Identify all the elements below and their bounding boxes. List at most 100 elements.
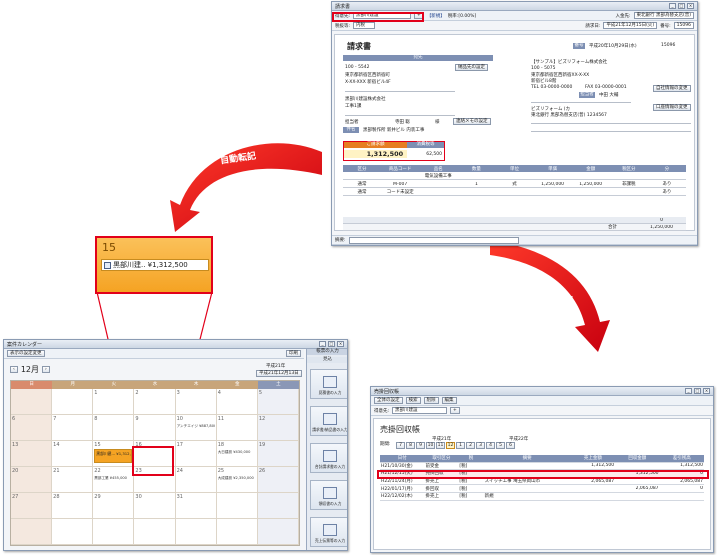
calendar-small-event[interactable]: 大日建設 ¥430,000 bbox=[218, 450, 256, 455]
table-row[interactable]: H22/11/24(月) 掛売上 [税] スイッチ工事 埼玉県岡山市 2,065,087… bbox=[380, 477, 704, 486]
month-button[interactable]: 7 bbox=[396, 442, 405, 449]
calendar-day-cell[interactable]: 27 bbox=[11, 493, 53, 519]
calendar-day-cell[interactable]: 28 bbox=[52, 493, 94, 519]
calendar-day-cell[interactable]: 25 大成建設 ¥2,350,000 bbox=[216, 467, 258, 493]
calendar-day-cell[interactable]: 29 bbox=[93, 493, 135, 519]
collections-client-select[interactable]: 黒部川建設 bbox=[392, 407, 448, 414]
calendar-day-cell[interactable]: 22 黒部工業 ¥455,000 bbox=[93, 467, 135, 493]
view-settings-button[interactable]: 表示の設定変更 bbox=[7, 350, 45, 357]
bank-info-button[interactable]: 口座情報の変更 bbox=[653, 104, 691, 111]
collections-tool-button[interactable]: 編集 bbox=[441, 397, 457, 404]
table-row[interactable]: 通常 M-007 1 式 1,250,000 1,250,000 非課税 あり bbox=[343, 181, 686, 188]
calendar-day-cell[interactable]: 1 bbox=[93, 389, 135, 415]
calendar-day-cell[interactable]: 3 bbox=[175, 389, 217, 415]
calendar-day-cell[interactable]: 13 bbox=[11, 441, 53, 467]
collections-tool-button[interactable]: 削除 bbox=[423, 397, 439, 404]
close-button[interactable]: × bbox=[687, 3, 694, 9]
calendar-day-cell[interactable]: 7 bbox=[52, 415, 94, 441]
client-add-button[interactable]: + bbox=[414, 12, 424, 19]
month-button[interactable]: 8 bbox=[406, 442, 415, 449]
calendar-day-cell[interactable]: 4 bbox=[216, 389, 258, 415]
month-button[interactable]: 10 bbox=[426, 442, 435, 449]
maximize-button[interactable]: □ bbox=[328, 341, 335, 347]
month-button[interactable]: 3 bbox=[476, 442, 485, 449]
calendar-day-cell[interactable]: 20 bbox=[11, 467, 53, 493]
calendar-day-cell[interactable] bbox=[52, 519, 94, 545]
table-row[interactable]: H21/10/30(金) 前受金 [税] 1,312,500 1,312,500 bbox=[380, 462, 704, 471]
calendar-day-cell[interactable]: 21 bbox=[52, 467, 94, 493]
side-button[interactable]: 領収書の入力 bbox=[310, 480, 347, 510]
calendar-day-cell[interactable]: 31 bbox=[175, 493, 217, 519]
side-button[interactable]: 請求書/納品書の入力 bbox=[310, 406, 347, 436]
calendar-day-cell[interactable] bbox=[257, 519, 299, 545]
calendar-day-cell[interactable] bbox=[134, 519, 176, 545]
calendar-day-cell[interactable] bbox=[93, 519, 135, 545]
calendar-small-event[interactable]: アンチエイジ ¥887,800 bbox=[177, 424, 215, 429]
table-row[interactable]: 通常 コード未設定 あり bbox=[343, 189, 686, 196]
month-button[interactable]: 5 bbox=[496, 442, 505, 449]
month-button[interactable]: 6 bbox=[506, 442, 515, 449]
collections-tool-button[interactable]: 全体の設定 bbox=[374, 397, 403, 404]
memo-button[interactable]: 連絡メモの設定 bbox=[453, 118, 491, 125]
side-button[interactable]: 売上伝票等の入力 bbox=[310, 517, 347, 547]
calendar-day-cell[interactable]: 18 大日建設 ¥430,000 bbox=[216, 441, 258, 467]
calendar-day-cell[interactable] bbox=[11, 519, 53, 545]
print-button[interactable]: 印刷 bbox=[286, 350, 301, 357]
calendar-day-cell[interactable] bbox=[52, 389, 94, 415]
calendar-day-cell[interactable]: 16 bbox=[134, 441, 176, 467]
calendar-day-cell[interactable]: 15 黒部川建... ¥1,312,500 bbox=[93, 441, 135, 467]
calendar-day-cell[interactable]: 24 bbox=[175, 467, 217, 493]
side-button[interactable]: 見積書の入力 bbox=[310, 369, 347, 399]
calendar-day-cell[interactable] bbox=[216, 493, 258, 519]
calendar-day-cell[interactable] bbox=[257, 493, 299, 519]
month-button[interactable]: 1 bbox=[456, 442, 465, 449]
maximize-button[interactable]: □ bbox=[678, 3, 685, 9]
calendar-day-cell[interactable]: 17 bbox=[175, 441, 217, 467]
table-row[interactable]: H21/12/15(火) 売掛回収 [税] 1,312,500 0 bbox=[380, 470, 704, 478]
calendar-day-cell[interactable]: 2 bbox=[134, 389, 176, 415]
calendar-day-cell[interactable] bbox=[216, 519, 258, 545]
calendar-day-cell[interactable]: 10 アンチエイジ ¥887,800 bbox=[175, 415, 217, 441]
month-button[interactable]: 11 bbox=[436, 442, 445, 449]
month-button[interactable]: 4 bbox=[486, 442, 495, 449]
minimize-button[interactable]: _ bbox=[319, 341, 326, 347]
next-month-button[interactable]: › bbox=[42, 366, 50, 373]
calendar-day-cell[interactable] bbox=[175, 519, 217, 545]
calendar-day-cell[interactable]: 12 bbox=[257, 415, 299, 441]
table-row[interactable]: H22/12/02(木) 掛売上 [税] 新規 bbox=[380, 492, 704, 501]
sales-select[interactable]: 東北銀行 黒部為替支店(普) bbox=[633, 12, 694, 19]
calendar-event[interactable]: 黒部川建... ¥1,312,500 bbox=[94, 449, 133, 463]
calendar-small-event[interactable]: 大成建設 ¥2,350,000 bbox=[218, 476, 256, 481]
calendar-day-cell[interactable]: 26 bbox=[257, 467, 299, 493]
month-button[interactable]: 9 bbox=[416, 442, 425, 449]
calendar-day-cell[interactable]: 9 bbox=[134, 415, 176, 441]
prev-month-button[interactable]: ‹ bbox=[10, 366, 18, 373]
calendar-day-cell[interactable]: 14 bbox=[52, 441, 94, 467]
close-button[interactable]: × bbox=[337, 341, 344, 347]
delivery-button[interactable]: 納品先の設定 bbox=[455, 64, 488, 71]
issue-date-field[interactable]: 平成21年12月15日(火) bbox=[603, 22, 658, 29]
maximize-button[interactable]: □ bbox=[694, 388, 701, 394]
calendar-day-cell[interactable]: 8 bbox=[93, 415, 135, 441]
table-row[interactable]: H22/01/17(月) 掛回収 [税] 2,065,087 0 bbox=[380, 485, 704, 493]
table-row[interactable]: 電気設備工事 bbox=[343, 173, 686, 180]
side-button[interactable]: 合計請求書の入力 bbox=[310, 443, 347, 473]
collections-add-button[interactable]: + bbox=[450, 407, 460, 414]
calendar-day-cell[interactable]: 11 bbox=[216, 415, 258, 441]
calendar-day-cell[interactable]: 6 bbox=[11, 415, 53, 441]
calendar-day-cell[interactable]: 19 bbox=[257, 441, 299, 467]
tax-class-select[interactable]: 内税 bbox=[353, 22, 376, 29]
close-button[interactable]: × bbox=[703, 388, 710, 394]
calendar-day-cell[interactable]: 5 bbox=[257, 389, 299, 415]
month-button[interactable]: 12 bbox=[446, 442, 455, 449]
collections-tool-button[interactable]: 検索 bbox=[405, 397, 421, 404]
footer-select[interactable] bbox=[348, 236, 519, 244]
calendar-small-event[interactable]: 黒部工業 ¥455,000 bbox=[94, 476, 132, 481]
minimize-button[interactable]: _ bbox=[669, 3, 676, 9]
calendar-day-cell[interactable]: 23 bbox=[134, 467, 176, 493]
today-button[interactable]: 平成21年12月13日 bbox=[256, 370, 302, 377]
company-info-button[interactable]: 自社情報の変更 bbox=[653, 85, 691, 92]
client-select[interactable]: 黒部川建設 bbox=[353, 12, 412, 19]
minimize-button[interactable]: _ bbox=[685, 388, 692, 394]
page-field[interactable]: 15096 bbox=[673, 22, 694, 29]
